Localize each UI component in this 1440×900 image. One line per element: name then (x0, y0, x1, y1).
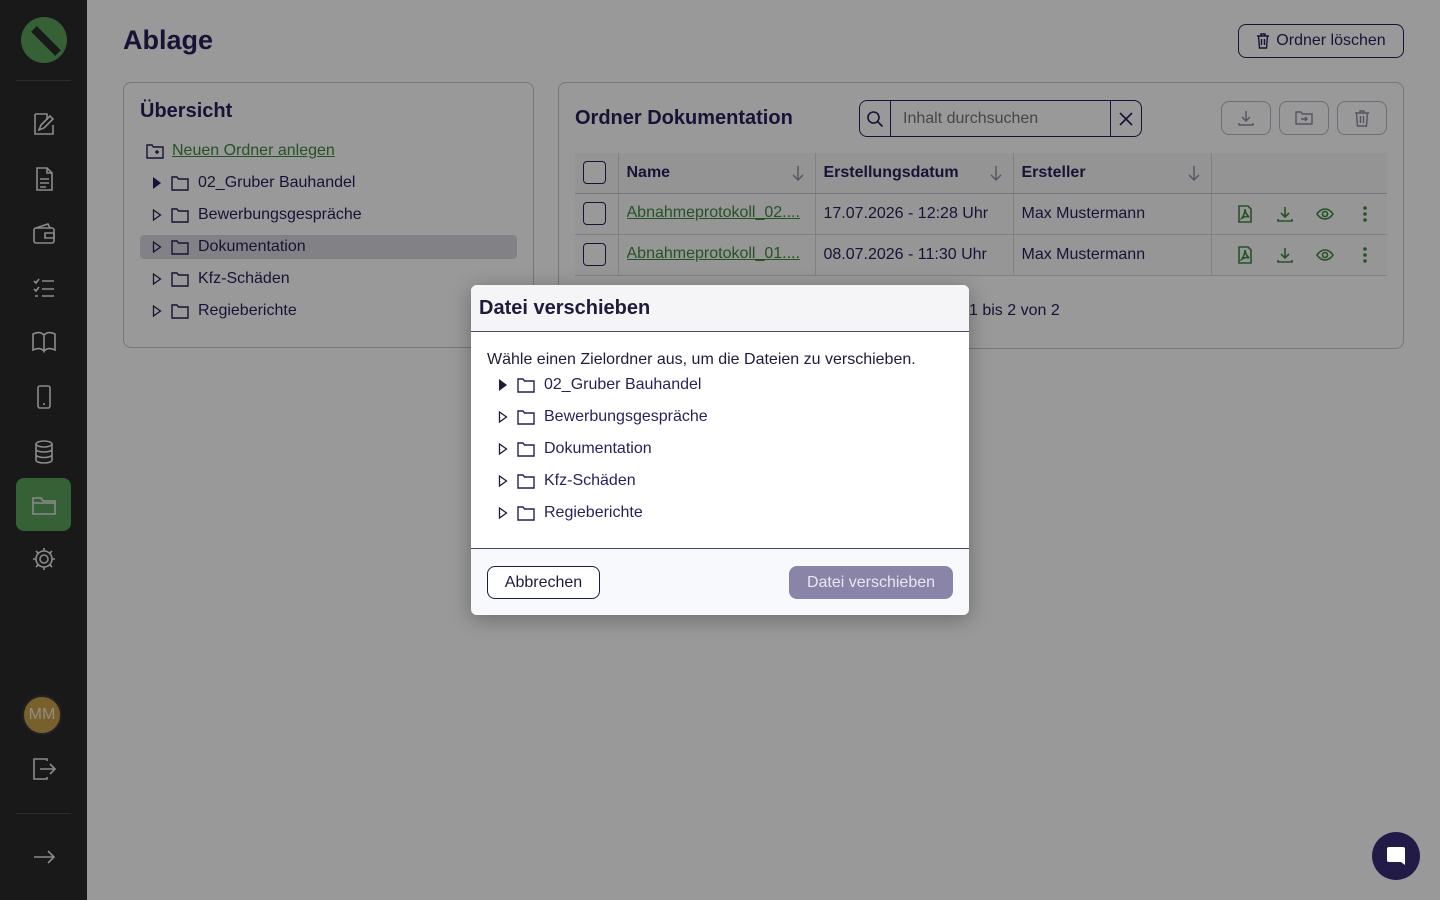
caret-right-filled-icon (499, 379, 507, 391)
chat-button[interactable] (1372, 832, 1420, 880)
tree-item-label: Bewerbungsgespräche (544, 408, 708, 425)
chat-icon (1387, 847, 1405, 865)
folder-icon (517, 410, 535, 425)
folder-icon (517, 506, 535, 521)
dialog-header: Datei verschieben (471, 285, 969, 332)
caret-right-icon (498, 443, 508, 455)
move-file-dialog: Datei verschieben Wähle einen Zielordner… (471, 285, 969, 615)
cancel-button[interactable]: Abbrechen (487, 566, 600, 599)
move-file-button[interactable]: Datei verschieben (789, 566, 953, 599)
dialog-tree-item-gruber[interactable]: 02_Gruber Bauhandel (492, 373, 701, 397)
dialog-tree-item-regie[interactable]: Regieberichte (492, 501, 643, 525)
folder-icon (517, 474, 535, 489)
dialog-title: Datei verschieben (479, 296, 651, 319)
tree-item-label: Kfz-Schäden (544, 472, 636, 489)
dialog-tree-item-dokumentation[interactable]: Dokumentation (492, 437, 652, 461)
dialog-tree-item-kfz[interactable]: Kfz-Schäden (492, 469, 636, 493)
dialog-footer: Abbrechen Datei verschieben (471, 548, 969, 615)
tree-item-label: 02_Gruber Bauhandel (544, 376, 702, 393)
caret-right-icon (498, 507, 508, 519)
dialog-intro-text: Wähle einen Zielordner aus, um die Datei… (487, 351, 916, 368)
folder-icon (517, 378, 535, 393)
tree-item-label: Regieberichte (544, 504, 643, 521)
caret-right-icon (498, 475, 508, 487)
folder-icon (517, 442, 535, 457)
caret-right-icon (498, 411, 508, 423)
dialog-tree-item-bewerbung[interactable]: Bewerbungsgespräche (492, 405, 708, 429)
tree-item-label: Dokumentation (544, 440, 652, 457)
